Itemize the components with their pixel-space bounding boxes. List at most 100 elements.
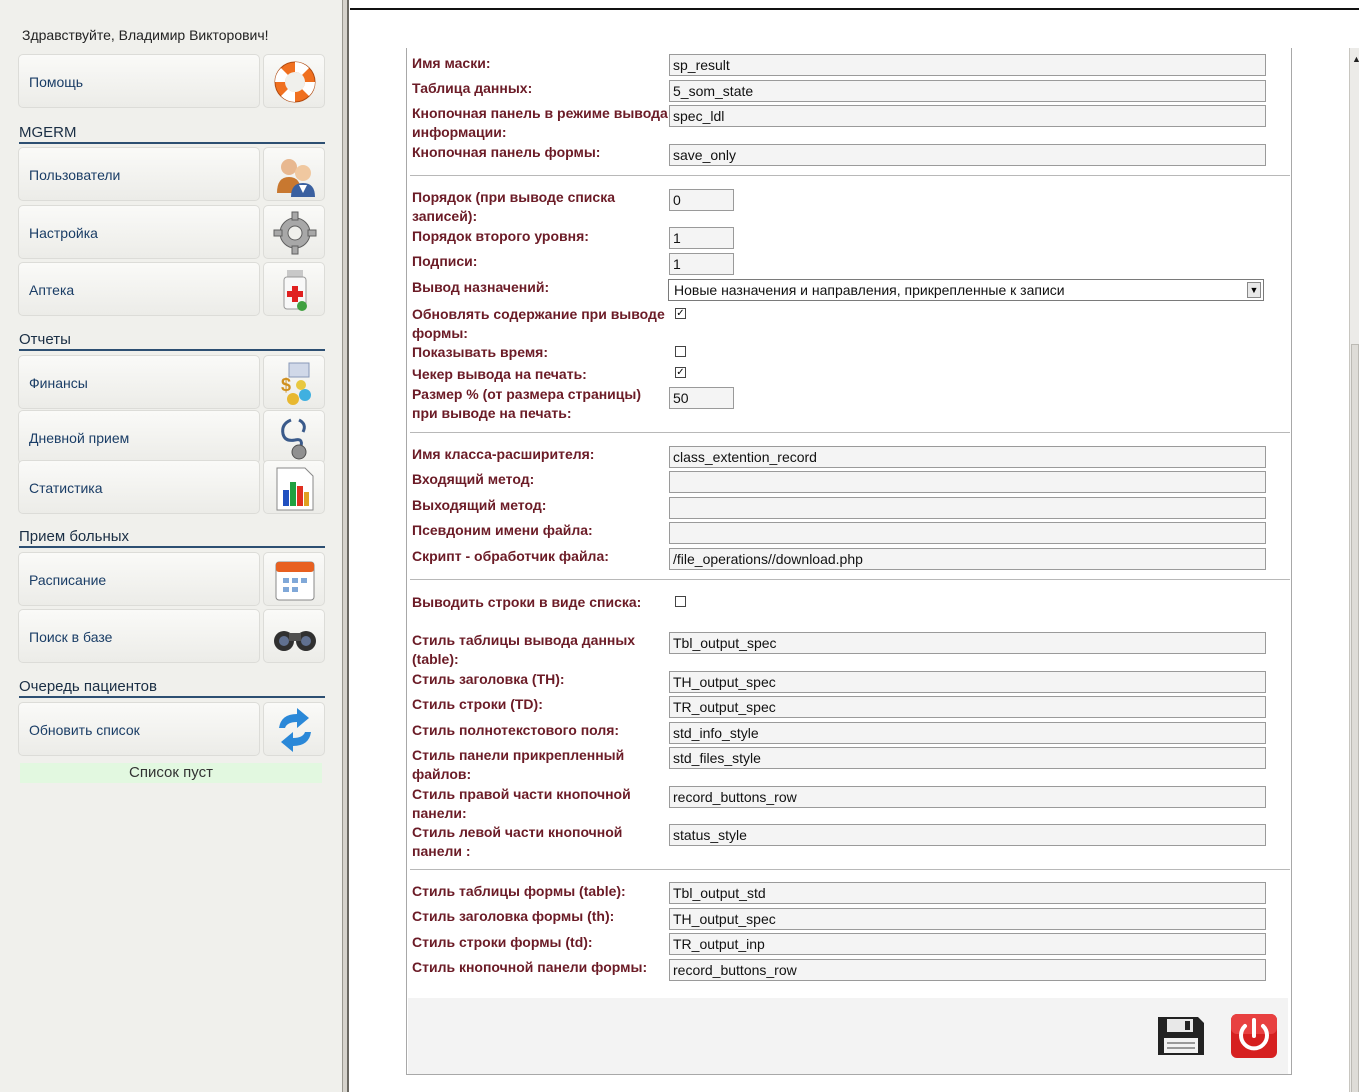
input-method-input[interactable] xyxy=(669,471,1266,493)
field-label: Кнопочная панель в режиме вывода информа… xyxy=(412,105,668,140)
field-label: Стиль заголовка формы (th): xyxy=(412,908,615,924)
field-label: Вывод назначений: xyxy=(412,279,550,295)
lifebuoy-icon[interactable] xyxy=(263,54,325,108)
sidebar-item-finance[interactable]: Финансы $ xyxy=(18,355,325,409)
section-divider xyxy=(410,869,1290,870)
sidebar-item-label[interactable]: Финансы xyxy=(18,355,260,409)
chevron-down-icon[interactable]: ▼ xyxy=(1247,282,1261,298)
extender-class-input[interactable]: class_extention_record xyxy=(669,446,1266,468)
fulltext-style-input[interactable]: std_info_style xyxy=(669,722,1266,744)
sidebar-item-label[interactable]: Аптека xyxy=(18,262,260,316)
field-label: Стиль таблицы формы (table): xyxy=(412,883,626,899)
medicine-bottle-icon[interactable] xyxy=(263,262,325,316)
sidebar-item-label[interactable]: Статистика xyxy=(18,460,260,514)
binoculars-icon[interactable] xyxy=(263,609,325,663)
form-row-style-input[interactable]: TR_output_inp xyxy=(669,933,1266,955)
sidebar-item-label[interactable]: Обновить список xyxy=(18,702,260,756)
refresh-icon[interactable] xyxy=(263,702,325,756)
form-button-panel-input[interactable]: save_only xyxy=(669,144,1266,166)
power-icon[interactable] xyxy=(1228,1013,1280,1059)
rows-as-list-checkbox[interactable] xyxy=(675,596,686,607)
sidebar-item-database-search[interactable]: Поиск в базе xyxy=(18,609,325,663)
form-header-style-input[interactable]: TH_output_spec xyxy=(669,908,1266,930)
field-label: Показывать время: xyxy=(412,344,549,360)
sidebar-item-statistics[interactable]: Статистика xyxy=(18,460,325,514)
field-label: Размер % (от размера страницы) при вывод… xyxy=(412,386,642,421)
help-button[interactable]: Помощь xyxy=(18,54,325,108)
refresh-on-output-checkbox[interactable]: ✓ xyxy=(675,308,686,319)
sidebar-item-daily-reception[interactable]: Дневной прием xyxy=(18,410,325,464)
field-label: Стиль таблицы вывода данных (table): xyxy=(412,632,636,667)
refresh-list-button[interactable]: Обновить список xyxy=(18,702,325,756)
field-label: Стиль заголовка (TH): xyxy=(412,671,565,687)
sidebar-item-pharmacy[interactable]: Аптека xyxy=(18,262,325,316)
field-label: Стиль правой части кнопочной панели: xyxy=(412,786,631,821)
second-order-input[interactable]: 1 xyxy=(669,227,734,249)
users-icon[interactable] xyxy=(263,147,325,201)
sidebar-splitter[interactable] xyxy=(342,0,349,1092)
field-label: Обновлять содержание при выводе формы: xyxy=(412,306,665,341)
scrollbar-thumb[interactable] xyxy=(1351,344,1359,1092)
sidebar: Здравствуйте, Владимир Викторович! Помощ… xyxy=(0,0,342,1092)
field-label: Порядок (при выводе списка записей): xyxy=(412,189,615,224)
svg-text:$: $ xyxy=(281,375,291,395)
right-panel-style-input[interactable]: record_buttons_row xyxy=(669,786,1266,808)
output-table-style-input[interactable]: Tbl_output_spec xyxy=(669,632,1266,654)
sidebar-item-schedule[interactable]: Расписание xyxy=(18,552,325,606)
assignments-output-select[interactable]: Новые назначения и направления, прикрепл… xyxy=(668,279,1264,301)
section-divider xyxy=(410,175,1290,176)
field-label: Стиль левой части кнопочной панели : xyxy=(412,824,623,859)
field-label: Стиль полнотекстового поля: xyxy=(412,722,620,738)
output-method-input[interactable] xyxy=(669,497,1266,519)
print-checker-checkbox[interactable]: ✓ xyxy=(675,367,686,378)
scroll-up-icon[interactable]: ▲ xyxy=(1352,54,1359,64)
sidebar-item-label[interactable]: Пользователи xyxy=(18,147,260,201)
bar-chart-icon[interactable] xyxy=(263,460,325,514)
save-button[interactable] xyxy=(1155,1013,1207,1059)
gear-icon[interactable] xyxy=(263,205,325,259)
exit-button[interactable] xyxy=(1228,1013,1280,1059)
sidebar-item-label[interactable]: Дневной прием xyxy=(18,410,260,464)
field-label: Кнопочная панель формы: xyxy=(412,144,601,160)
sidebar-item-label[interactable]: Расписание xyxy=(18,552,260,606)
form-table-style-input[interactable]: Tbl_output_std xyxy=(669,882,1266,904)
section-divider xyxy=(410,432,1290,433)
form-button-panel-style-input[interactable]: record_buttons_row xyxy=(669,959,1266,981)
field-label: Порядок второго уровня: xyxy=(412,228,589,244)
section-title-mgerm: MGERM xyxy=(19,124,325,144)
data-table-input[interactable]: 5_som_state xyxy=(669,80,1266,102)
section-title-patient-queue: Очередь пациентов xyxy=(19,678,325,698)
sidebar-item-label[interactable]: Поиск в базе xyxy=(18,609,260,663)
files-panel-style-input[interactable]: std_files_style xyxy=(669,747,1266,769)
mask-name-input[interactable]: sp_result xyxy=(669,54,1266,76)
greeting-text: Здравствуйте, Владимир Викторович! xyxy=(22,27,269,43)
file-alias-input[interactable] xyxy=(669,522,1266,544)
sidebar-item-settings[interactable]: Настройка xyxy=(18,205,325,259)
queue-status: Список пуст xyxy=(20,763,322,783)
left-panel-style-input[interactable]: status_style xyxy=(669,824,1266,846)
info-button-panel-input[interactable]: spec_ldl xyxy=(669,105,1266,127)
money-icon[interactable]: $ xyxy=(263,355,325,409)
sidebar-item-label[interactable]: Настройка xyxy=(18,205,260,259)
calendar-icon[interactable] xyxy=(263,552,325,606)
top-border xyxy=(350,8,1359,10)
header-style-input[interactable]: TH_output_spec xyxy=(669,671,1266,693)
field-label: Скрипт - обработчик файла: xyxy=(412,548,609,564)
section-title-reports: Отчеты xyxy=(19,331,325,351)
show-time-checkbox[interactable] xyxy=(675,346,686,357)
vertical-scrollbar[interactable]: ▲ xyxy=(1349,48,1359,1092)
field-label: Таблица данных: xyxy=(412,80,533,96)
print-size-input[interactable]: 50 xyxy=(669,387,734,409)
select-value: Новые назначения и направления, прикрепл… xyxy=(674,282,1065,298)
help-button-label[interactable]: Помощь xyxy=(18,54,260,108)
sidebar-item-users[interactable]: Пользователи xyxy=(18,147,325,201)
row-style-input[interactable]: TR_output_spec xyxy=(669,696,1266,718)
list-order-input[interactable]: 0 xyxy=(669,189,734,211)
stethoscope-icon[interactable] xyxy=(263,410,325,464)
field-label: Стиль панели прикрепленный файлов: xyxy=(412,747,625,782)
field-label: Псевдоним имени файла: xyxy=(412,522,593,538)
captions-input[interactable]: 1 xyxy=(669,253,734,275)
floppy-disk-icon[interactable] xyxy=(1155,1013,1207,1059)
file-handler-input[interactable]: /file_operations//download.php xyxy=(669,548,1266,570)
field-label: Выводить строки в виде списка: xyxy=(412,594,642,610)
